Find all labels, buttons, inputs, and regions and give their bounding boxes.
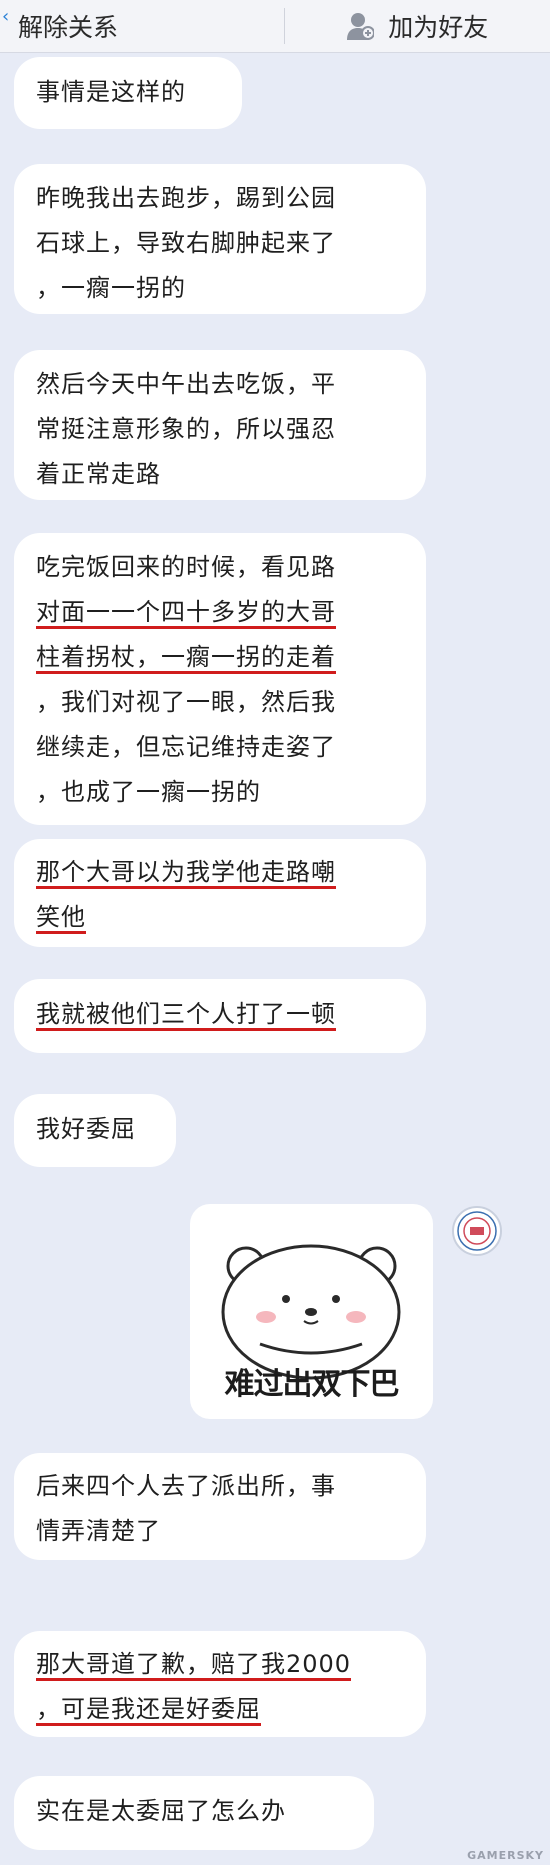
- underlined-text: ，可是我还是好委屈: [36, 1695, 261, 1726]
- underlined-text: 笑他: [36, 903, 86, 934]
- underlined-text: 那个大哥以为我学他走路嘲: [36, 858, 336, 889]
- message-line: 情弄清楚了: [36, 1517, 161, 1545]
- message-bubble[interactable]: 后来四个人去了派出所，事 情弄清楚了: [14, 1453, 426, 1560]
- message-line: 对面一一个四十多岁的大哥: [36, 590, 404, 635]
- message-bubble[interactable]: 我就被他们三个人打了一顿: [14, 979, 426, 1053]
- university-seal-icon: [457, 1211, 497, 1251]
- message-bubble[interactable]: 我好委屈: [14, 1094, 176, 1167]
- message-bubble[interactable]: 那个大哥以为我学他走路嘲 笑他: [14, 839, 426, 947]
- message-line: 石球上，导致右脚肿起来了: [36, 229, 336, 257]
- message-line: ，我们对视了一眼，然后我: [36, 688, 336, 716]
- add-friend-button[interactable]: 加为好友: [285, 0, 550, 52]
- underlined-text: 那大哥道了歉，赔了我2000: [36, 1650, 352, 1681]
- watermark: GAMERSKY: [467, 1849, 544, 1862]
- message-line: 那个大哥以为我学他走路嘲: [36, 850, 404, 895]
- message-bubble[interactable]: 吃完饭回来的时候，看见路 对面一一个四十多岁的大哥 柱着拐杖，一瘸一拐的走着 ，…: [14, 533, 426, 825]
- message-line: 事情是这样的: [36, 78, 186, 106]
- message-bubble[interactable]: 然后今天中午出去吃饭，平 常挺注意形象的，所以强忍 着正常走路: [14, 350, 426, 500]
- message-line: 着正常走路: [36, 460, 161, 488]
- message-line: ，一瘸一拐的: [36, 274, 186, 302]
- message-line: 我好委屈: [36, 1115, 136, 1143]
- sender-avatar[interactable]: [452, 1206, 502, 1256]
- bear-sticker-message[interactable]: 难过出双下巴: [190, 1204, 433, 1419]
- underlined-text: 柱着拐杖，一瘸一拐的走着: [36, 643, 336, 674]
- message-line: 然后今天中午出去吃饭，平: [36, 370, 336, 398]
- message-line: 那大哥道了歉，赔了我2000: [36, 1642, 404, 1687]
- sticker-caption: 难过出双下巴: [224, 1367, 400, 1402]
- underlined-text: 我就被他们三个人打了一顿: [36, 1000, 336, 1031]
- message-line: 我就被他们三个人打了一顿: [36, 992, 404, 1037]
- remove-relationship-label: 解除关系: [18, 13, 119, 42]
- message-line: 实在是太委屈了怎么办: [36, 1797, 286, 1825]
- message-bubble[interactable]: 事情是这样的: [14, 57, 242, 129]
- message-line: 常挺注意形象的，所以强忍: [36, 415, 336, 443]
- add-friend-icon: [346, 11, 375, 41]
- message-line: ，也成了一瘸一拐的: [36, 778, 261, 806]
- message-bubble[interactable]: 实在是太委屈了怎么办: [14, 1776, 374, 1850]
- message-line: 昨晚我出去跑步，踢到公园: [36, 184, 336, 212]
- underlined-text: 对面一一个四十多岁的大哥: [36, 598, 336, 629]
- remove-relationship-button[interactable]: 解除关系: [0, 0, 284, 52]
- message-bubble[interactable]: 那大哥道了歉，赔了我2000 ，可是我还是好委屈: [14, 1631, 426, 1737]
- message-bubble[interactable]: 昨晚我出去跑步，踢到公园 石球上，导致右脚肿起来了 ，一瘸一拐的: [14, 164, 426, 314]
- message-line: 继续走，但忘记维持走姿了: [36, 733, 336, 761]
- message-line: 笑他: [36, 895, 404, 940]
- message-line: 后来四个人去了派出所，事: [36, 1472, 336, 1500]
- message-line: 柱着拐杖，一瘸一拐的走着: [36, 635, 404, 680]
- message-line: 吃完饭回来的时候，看见路: [36, 553, 336, 581]
- chat-top-bar: ‹ 解除关系 加为好友: [0, 0, 550, 53]
- add-friend-label: 加为好友: [388, 13, 489, 42]
- message-line: ，可是我还是好委屈: [36, 1687, 404, 1732]
